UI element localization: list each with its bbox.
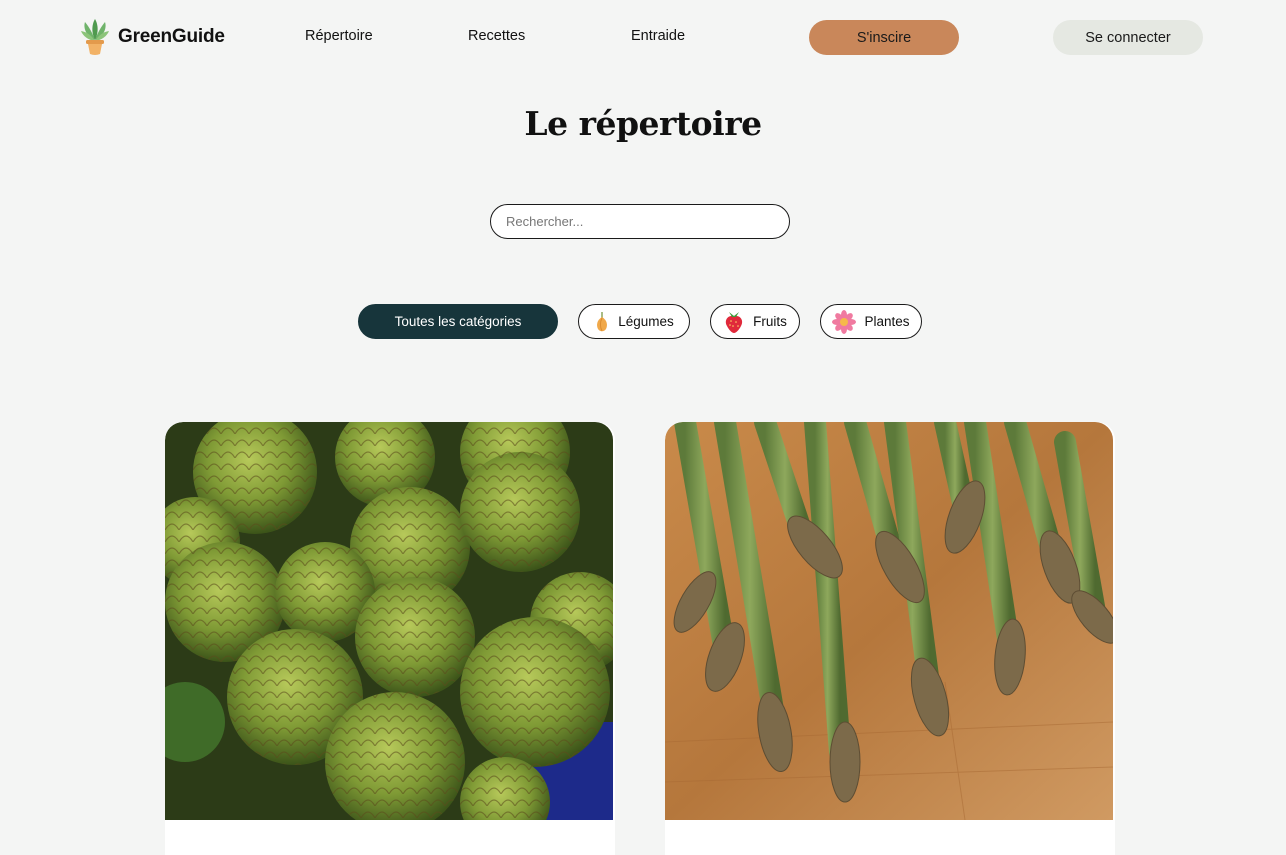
item-card-artichoke[interactable] bbox=[165, 422, 615, 855]
category-label: Légumes bbox=[618, 314, 674, 329]
category-label: Toutes les catégories bbox=[394, 314, 522, 329]
category-plants-chip[interactable]: Plantes bbox=[820, 304, 922, 339]
signup-button[interactable]: S'inscire bbox=[809, 20, 959, 55]
category-label: Plantes bbox=[864, 314, 910, 329]
search-input[interactable] bbox=[490, 204, 790, 239]
nav-entraide[interactable]: Entraide bbox=[631, 28, 685, 44]
brand-name: GreenGuide bbox=[118, 26, 225, 47]
flower-icon bbox=[832, 309, 857, 334]
category-all-chip[interactable]: Toutes les catégories bbox=[358, 304, 558, 339]
potted-plant-icon bbox=[80, 18, 110, 56]
item-card-asparagus[interactable] bbox=[665, 422, 1115, 855]
category-fruits-chip[interactable]: Fruits bbox=[710, 304, 800, 339]
nav-repertoire[interactable]: Répertoire bbox=[305, 28, 373, 44]
onion-icon bbox=[594, 311, 610, 333]
login-button[interactable]: Se connecter bbox=[1053, 20, 1203, 55]
site-header: GreenGuide Répertoire Recettes Entraide … bbox=[0, 0, 1286, 76]
artichokes-photo bbox=[165, 422, 613, 820]
category-vegetables-chip[interactable]: Légumes bbox=[578, 304, 690, 339]
strawberry-icon bbox=[723, 310, 745, 334]
nav-recettes[interactable]: Recettes bbox=[468, 28, 525, 44]
category-label: Fruits bbox=[753, 314, 787, 329]
brand-logo[interactable]: GreenGuide bbox=[80, 18, 225, 56]
page-title: Le répertoire bbox=[524, 104, 762, 143]
asparagus-photo bbox=[665, 422, 1113, 820]
